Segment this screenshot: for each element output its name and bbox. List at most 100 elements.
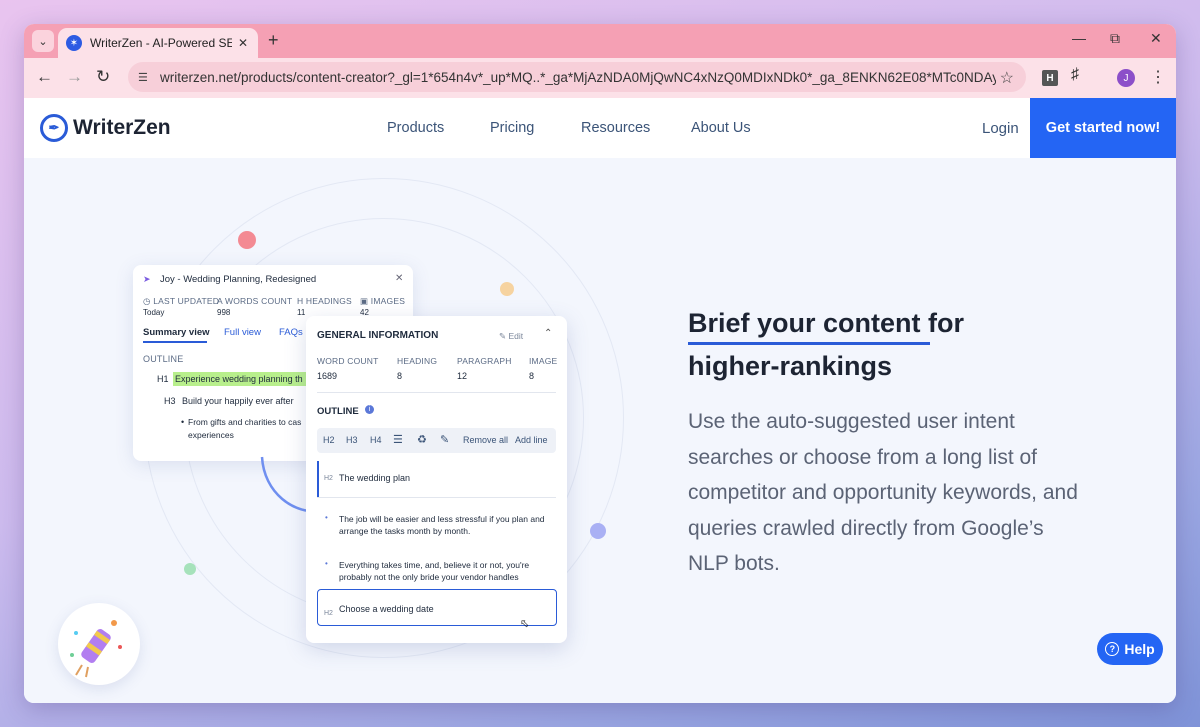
- h2-button[interactable]: H2: [323, 435, 335, 445]
- divider: [317, 392, 556, 393]
- selected-indicator: [317, 461, 319, 497]
- active-outline-item[interactable]: H2 Choose a wedding date ⬁: [317, 589, 557, 630]
- reload-icon[interactable]: ↻: [96, 67, 110, 87]
- chevron-up-icon[interactable]: ⌃: [544, 328, 552, 339]
- edit-icon: ✎: [499, 331, 507, 341]
- extensions-puzzle-icon[interactable]: ♯: [1071, 66, 1079, 84]
- browser-window: ⌄ ✶ WriterZen - AI-Powered SEO Co ✕ + — …: [24, 24, 1176, 703]
- browser-toolbar: ← → ↻ ☰ writerzen.net/products/content-c…: [24, 58, 1176, 98]
- info-icon[interactable]: i: [365, 405, 374, 414]
- bullet-dot: •: [325, 559, 328, 568]
- forward-arrow-icon[interactable]: →: [66, 67, 83, 87]
- question-icon: ?: [1105, 642, 1120, 656]
- image-label: IMAGE: [529, 356, 558, 366]
- word-count-value: 1689: [317, 371, 338, 381]
- heading-label: HEADING: [397, 356, 438, 366]
- decorative-dot: [590, 523, 606, 539]
- stat-images-label: ▣ IMAGES: [360, 296, 406, 306]
- remove-all-button[interactable]: Remove all: [463, 435, 508, 445]
- outline-tag-h3: H3: [164, 396, 176, 406]
- chevron-down-icon: ⌄: [38, 35, 48, 48]
- tab-faqs[interactable]: FAQs: [279, 327, 303, 338]
- logo-text: WriterZen: [73, 116, 171, 139]
- outline-item-text: Choose a wedding date: [339, 604, 434, 614]
- pen-nib-icon: ✒: [40, 114, 68, 142]
- site-info-icon[interactable]: ☰: [138, 71, 154, 84]
- more-menu-icon[interactable]: ⋮: [1150, 67, 1166, 87]
- brief-title: Joy - Wedding Planning, Redesigned: [160, 274, 317, 285]
- profile-avatar[interactable]: J: [1117, 69, 1135, 87]
- writerzen-logo[interactable]: ✒ WriterZen: [40, 114, 171, 142]
- writerzen-favicon-icon: ✶: [66, 35, 82, 51]
- general-information-card: GENERAL INFORMATION ✎ Edit ⌃ WORD COUNT …: [306, 316, 567, 643]
- tab-summary-view[interactable]: Summary view: [143, 327, 210, 338]
- nav-pricing[interactable]: Pricing: [490, 120, 534, 136]
- outline-item-text-2: arrange the tasks month by month.: [339, 526, 471, 536]
- outline-h3-text: Build your happily ever after: [182, 396, 294, 406]
- cursor-icon: ⬁: [520, 618, 530, 630]
- headline-highlight: Brief your content: [688, 308, 921, 338]
- trash-icon[interactable]: ♻: [417, 433, 427, 446]
- outline-paragraph-text: From gifts and charities to cas: [188, 417, 302, 427]
- add-line-button[interactable]: Add line: [515, 435, 548, 445]
- outline-label: OUTLINE: [143, 354, 184, 364]
- close-icon[interactable]: ✕: [395, 273, 403, 284]
- close-icon[interactable]: ✕: [238, 36, 248, 50]
- close-window-icon[interactable]: ✕: [1150, 30, 1162, 47]
- image-value: 8: [529, 371, 535, 381]
- help-button[interactable]: ? Help: [1097, 633, 1163, 665]
- stat-words-count-value: 998: [217, 308, 231, 317]
- tab-bar: ⌄ ✶ WriterZen - AI-Powered SEO Co ✕ + — …: [24, 24, 1176, 58]
- heading-icon: H: [297, 296, 304, 306]
- decorative-dot: [238, 231, 256, 249]
- hero-description: Use the auto-suggested user intent searc…: [688, 410, 1078, 575]
- nav-about-us[interactable]: About Us: [691, 120, 751, 136]
- stat-words-count-label: A WORDS COUNT: [217, 296, 293, 306]
- minimize-icon[interactable]: —: [1072, 30, 1086, 46]
- nav-resources[interactable]: Resources: [581, 120, 650, 136]
- tab-search-button[interactable]: ⌄: [32, 30, 54, 52]
- outline-item-text[interactable]: Everything takes time, and, believe it o…: [339, 560, 529, 570]
- bullet-dot: •: [325, 513, 328, 522]
- image-icon: ▣: [360, 296, 369, 306]
- paragraph-label: PARAGRAPH: [457, 356, 512, 366]
- extension-h-icon[interactable]: H: [1042, 70, 1058, 86]
- bird-icon: ➤: [143, 274, 151, 284]
- outline-item-text-2: probably not the only bride your vendor …: [339, 572, 519, 582]
- address-bar[interactable]: ☰ writerzen.net/products/content-creator…: [128, 62, 1026, 92]
- stat-headings-value: 11: [297, 308, 306, 317]
- word-count-label: WORD COUNT: [317, 356, 379, 366]
- item-tag-h2: H2: [324, 475, 333, 482]
- outline-item-text[interactable]: The job will be easier and less stressfu…: [339, 514, 545, 524]
- outline-paragraph-text-2: experiences: [188, 430, 234, 440]
- headline-underline: [688, 342, 930, 345]
- item-tag-h2: H2: [324, 610, 333, 617]
- tab-full-view[interactable]: Full view: [224, 327, 261, 338]
- nav-products[interactable]: Products: [387, 120, 444, 136]
- new-tab-button[interactable]: +: [268, 30, 279, 51]
- heading-value: 8: [397, 371, 403, 381]
- get-started-button[interactable]: Get started now!: [1030, 98, 1176, 158]
- divider: [317, 497, 556, 498]
- outline-h1-text: Experience wedding planning th: [173, 372, 307, 386]
- stat-last-updated-label: ◷ LAST UPDATED: [143, 296, 220, 306]
- headline-part-2: for: [920, 308, 965, 338]
- pencil-icon[interactable]: ✎: [440, 433, 449, 446]
- active-tab-underline: [143, 341, 207, 343]
- edit-button[interactable]: ✎ Edit: [499, 331, 523, 342]
- webpage: ✒ WriterZen Products Pricing Resources A…: [24, 98, 1176, 703]
- list-icon[interactable]: ☰: [393, 433, 403, 446]
- back-arrow-icon[interactable]: ←: [36, 67, 53, 87]
- h3-button[interactable]: H3: [346, 435, 358, 445]
- clock-icon: ◷: [143, 296, 151, 306]
- font-icon: A: [217, 296, 223, 306]
- login-link[interactable]: Login: [982, 120, 1019, 137]
- h4-button[interactable]: H4: [370, 435, 382, 445]
- url-text[interactable]: writerzen.net/products/content-creator?_…: [160, 70, 996, 85]
- restore-icon[interactable]: ⧉: [1110, 30, 1120, 47]
- star-icon[interactable]: ☆: [1000, 68, 1014, 88]
- browser-tab[interactable]: ✶ WriterZen - AI-Powered SEO Co ✕: [58, 28, 258, 58]
- outline-item-text[interactable]: The wedding plan: [339, 473, 410, 483]
- party-popper-badge[interactable]: [58, 603, 140, 685]
- stat-last-updated-value: Today: [143, 308, 165, 317]
